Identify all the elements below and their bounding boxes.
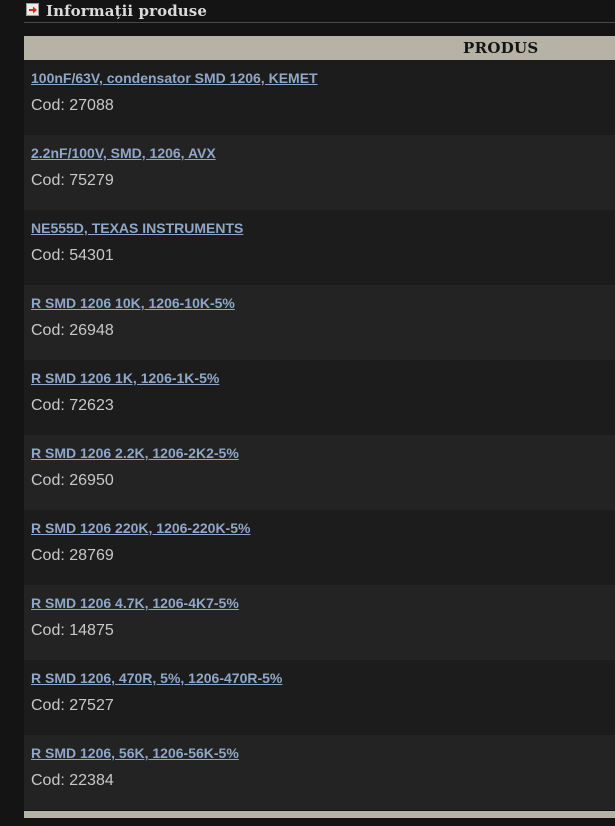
product-link[interactable]: R SMD 1206, 56K, 1206-56K-5% xyxy=(31,745,239,761)
table-row: R SMD 1206 4.7K, 1206-4K7-5% Cod: 14875 xyxy=(24,585,615,660)
table-row: R SMD 1206 10K, 1206-10K-5% Cod: 26948 xyxy=(24,285,615,360)
table-header: PRODUS xyxy=(24,36,615,60)
table-row: R SMD 1206, 56K, 1206-56K-5% Cod: 22384 xyxy=(24,735,615,810)
product-code: Cod: 75279 xyxy=(31,172,114,189)
table-row: R SMD 1206, 470R, 5%, 1206-470R-5% Cod: … xyxy=(24,660,615,735)
table-row: 100nF/63V, condensator SMD 1206, KEMET C… xyxy=(24,60,615,135)
product-code: Cod: 27527 xyxy=(31,697,114,714)
section-header: Informații produse xyxy=(24,0,615,23)
product-link[interactable]: R SMD 1206, 470R, 5%, 1206-470R-5% xyxy=(31,670,282,686)
column-header-produs: PRODUS xyxy=(463,39,539,57)
product-link[interactable]: R SMD 1206 4.7K, 1206-4K7-5% xyxy=(31,595,239,611)
product-link[interactable]: R SMD 1206 220K, 1206-220K-5% xyxy=(31,520,250,536)
table-row: R SMD 1206 1K, 1206-1K-5% Cod: 72623 xyxy=(24,360,615,435)
section-title: Informații produse xyxy=(46,2,207,20)
product-link[interactable]: 100nF/63V, condensator SMD 1206, KEMET xyxy=(31,70,318,86)
table-footer xyxy=(24,811,615,818)
product-link[interactable]: NE555D, TEXAS INSTRUMENTS xyxy=(31,220,243,236)
product-code: Cod: 72623 xyxy=(31,397,114,414)
product-code: Cod: 54301 xyxy=(31,247,114,264)
table-row: NE555D, TEXAS INSTRUMENTS Cod: 54301 xyxy=(24,210,615,285)
product-code: Cod: 22384 xyxy=(31,772,114,789)
product-code: Cod: 27088 xyxy=(31,97,114,114)
product-link[interactable]: R SMD 1206 1K, 1206-1K-5% xyxy=(31,370,219,386)
table-row: R SMD 1206 220K, 1206-220K-5% Cod: 28769 xyxy=(24,510,615,585)
product-code: Cod: 28769 xyxy=(31,547,114,564)
red-arrow-icon xyxy=(26,3,39,16)
product-link[interactable]: 2.2nF/100V, SMD, 1206, AVX xyxy=(31,145,216,161)
product-code: Cod: 14875 xyxy=(31,622,114,639)
product-link[interactable]: R SMD 1206 10K, 1206-10K-5% xyxy=(31,295,235,311)
product-code: Cod: 26950 xyxy=(31,472,114,489)
products-table: PRODUS 100nF/63V, condensator SMD 1206, … xyxy=(24,36,615,810)
product-link[interactable]: R SMD 1206 2.2K, 1206-2K2-5% xyxy=(31,445,239,461)
table-row: 2.2nF/100V, SMD, 1206, AVX Cod: 75279 xyxy=(24,135,615,210)
product-code: Cod: 26948 xyxy=(31,322,114,339)
table-row: R SMD 1206 2.2K, 1206-2K2-5% Cod: 26950 xyxy=(24,435,615,510)
